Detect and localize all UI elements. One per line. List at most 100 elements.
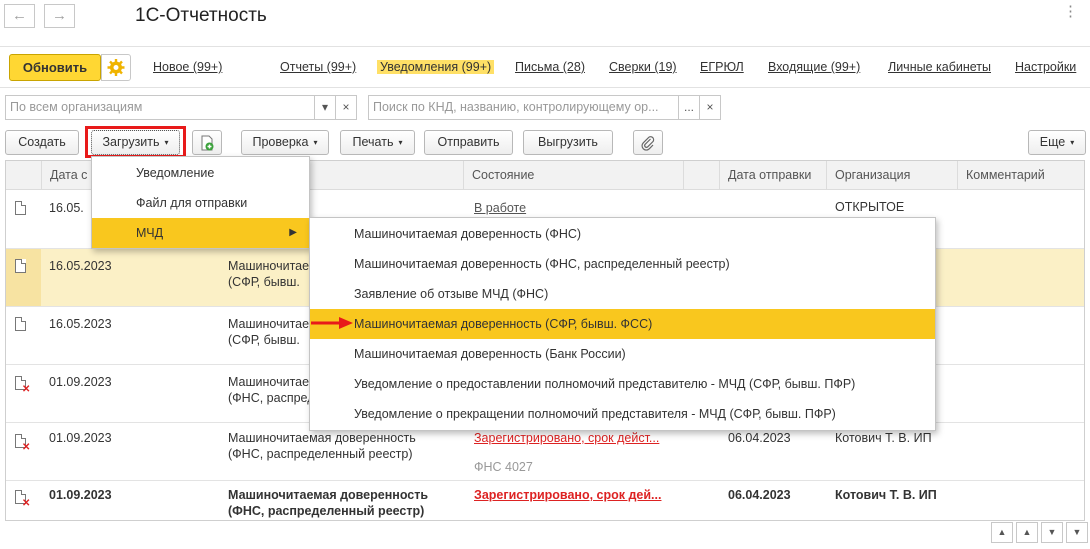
export-button[interactable]: Выгрузить	[523, 130, 613, 155]
search-select-button[interactable]: ...	[678, 95, 700, 120]
row-name-detail: (ФНС, распределенный реестр)	[228, 447, 413, 461]
create-label: Создать	[18, 135, 66, 149]
organization-clear-button[interactable]: ×	[335, 95, 357, 120]
send-label: Отправить	[437, 135, 500, 149]
error-mark-icon: ✕	[22, 498, 31, 509]
forward-button[interactable]: →	[44, 4, 75, 28]
add-document-icon	[201, 135, 214, 151]
search-clear-button[interactable]: ×	[699, 95, 721, 120]
create-button[interactable]: Создать	[5, 130, 79, 155]
row-name: Машиночитаемая доверенность	[228, 488, 429, 502]
page-up-icon: ▲	[1022, 527, 1032, 537]
window-title: 1С-Отчетность	[135, 5, 267, 26]
row-date: 16.05.2023	[49, 259, 112, 273]
arrow-left-icon: ←	[12, 7, 27, 24]
ellipsis-icon: ...	[683, 100, 694, 114]
load-menu: Уведомление Файл для отправки МЧД ▶	[91, 156, 310, 249]
search-input[interactable]: Поиск по КНД, названию, контролирующему …	[368, 95, 679, 120]
add-file-button[interactable]	[192, 130, 222, 155]
organization-filter-input[interactable]: По всем организациям	[5, 95, 315, 120]
table-row[interactable]: ✕ 01.09.2023 Машиночитаемая доверенность…	[6, 423, 1084, 481]
menu-item-mchd-fns-distributed[interactable]: Машиночитаемая доверенность (ФНС, распре…	[310, 249, 935, 279]
row-name: Машиночитае	[228, 259, 310, 273]
column-state-extra	[683, 161, 719, 190]
organization-dropdown-button[interactable]: ▾	[314, 95, 336, 120]
arrow-right-icon: →	[52, 7, 67, 24]
menu-item-mchd[interactable]: МЧД ▶	[92, 218, 309, 248]
row-sent-date: 06.04.2023	[728, 488, 791, 502]
gear-icon	[107, 59, 125, 76]
tab-reconciliations[interactable]: Сверки (19)	[609, 60, 677, 74]
menu-item-mchd-bank-russia[interactable]: Машиночитаемая доверенность (Банк России…	[310, 339, 935, 369]
tab-reports[interactable]: Отчеты (99+)	[280, 60, 356, 74]
tab-settings[interactable]: Настройки	[1015, 60, 1076, 74]
column-sent-date[interactable]: Дата отправки	[719, 161, 826, 190]
menu-item-mchd-revoke[interactable]: Заявление об отзыве МЧД (ФНС)	[310, 279, 935, 309]
page-down-button[interactable]: ▼	[1041, 522, 1063, 543]
more-button[interactable]: Еще ▾	[1028, 130, 1086, 155]
check-button[interactable]: Проверка ▾	[241, 130, 329, 155]
close-icon: ×	[342, 100, 350, 114]
menu-item-mchd-sfr-fss[interactable]: Машиночитаемая доверенность (СФР, бывш. …	[310, 309, 935, 339]
more-options-icon[interactable]: ⋮	[1063, 2, 1079, 20]
print-label: Печать	[352, 135, 394, 149]
annotation-highlight-box	[85, 126, 186, 158]
chevron-down-icon: ▾	[321, 100, 329, 114]
document-icon	[15, 317, 26, 331]
row-date: 16.05.	[49, 201, 84, 215]
page-up-button[interactable]: ▲	[1016, 522, 1038, 543]
export-label: Выгрузить	[538, 135, 598, 149]
menu-item-mchd-label: МЧД	[136, 226, 164, 240]
row-name-detail: (ФНС, распределенный реестр)	[228, 504, 425, 518]
attachment-button[interactable]	[633, 130, 663, 155]
more-label: Еще	[1039, 135, 1066, 149]
settings-gear-button[interactable]	[101, 54, 131, 81]
print-button[interactable]: Печать ▾	[340, 130, 415, 155]
mchd-submenu: Машиночитаемая доверенность (ФНС) Машино…	[309, 217, 936, 431]
menu-item-mchd-sfr-revoke[interactable]: Уведомление о прекращении полномочий пре…	[310, 399, 935, 429]
row-name: Машиночитае	[228, 375, 310, 389]
chevron-down-icon: ▾	[398, 138, 403, 147]
row-state[interactable]: Зарегистрировано, срок дей...	[474, 488, 661, 502]
tab-incoming[interactable]: Входящие (99+)	[768, 60, 860, 74]
document-icon	[15, 259, 26, 273]
tabs-divider	[0, 87, 1090, 88]
column-comment[interactable]: Комментарий	[957, 161, 1084, 190]
error-mark-icon: ✕	[22, 442, 31, 453]
back-button[interactable]: ←	[4, 4, 35, 28]
refresh-button[interactable]: Обновить	[9, 54, 101, 81]
column-organization[interactable]: Организация	[826, 161, 957, 190]
row-sent-date: 06.04.2023	[728, 431, 791, 445]
menu-item-mchd-sfr-grant[interactable]: Уведомление о предоставлении полномочий …	[310, 369, 935, 399]
row-state[interactable]: Зарегистрировано, срок дейст...	[474, 431, 659, 445]
header-divider	[0, 46, 1090, 47]
first-page-button[interactable]: ▲	[991, 522, 1013, 543]
row-state[interactable]: В работе	[474, 201, 526, 215]
row-organization: Котович Т. В. ИП	[835, 431, 932, 445]
tab-letters[interactable]: Письма (28)	[515, 60, 585, 74]
menu-item-mchd-fns[interactable]: Машиночитаемая доверенность (ФНС)	[310, 219, 935, 249]
first-page-icon: ▲	[997, 527, 1007, 537]
menu-item-file-to-send[interactable]: Файл для отправки	[92, 188, 309, 218]
check-label: Проверка	[252, 135, 309, 149]
row-organization: Котович Т. В. ИП	[835, 488, 937, 502]
tab-egrul[interactable]: ЕГРЮЛ	[700, 60, 744, 74]
tab-personal-accounts[interactable]: Личные кабинеты	[888, 60, 991, 74]
error-mark-icon: ✕	[22, 384, 31, 395]
document-icon	[15, 201, 26, 215]
column-state[interactable]: Состояние	[463, 161, 683, 190]
row-date: 01.09.2023	[49, 488, 112, 502]
row-name-detail: (ФНС, распреде	[228, 391, 322, 405]
table-row[interactable]: ✕ 01.09.2023 Машиночитаемая доверенность…	[6, 481, 1084, 520]
row-marker-cell	[6, 249, 41, 306]
close-icon: ×	[706, 100, 714, 114]
chevron-right-icon: ▶	[289, 227, 297, 238]
chevron-down-icon: ▾	[1070, 138, 1075, 147]
row-name-detail: (СФР, бывш.	[228, 333, 300, 347]
menu-item-notification[interactable]: Уведомление	[92, 158, 309, 188]
send-button[interactable]: Отправить	[424, 130, 513, 155]
annotation-arrow-icon	[311, 317, 353, 329]
tab-new[interactable]: Новое (99+)	[153, 60, 222, 74]
last-page-button[interactable]: ▼	[1066, 522, 1088, 543]
tab-notifications[interactable]: Уведомления (99+)	[377, 60, 495, 74]
